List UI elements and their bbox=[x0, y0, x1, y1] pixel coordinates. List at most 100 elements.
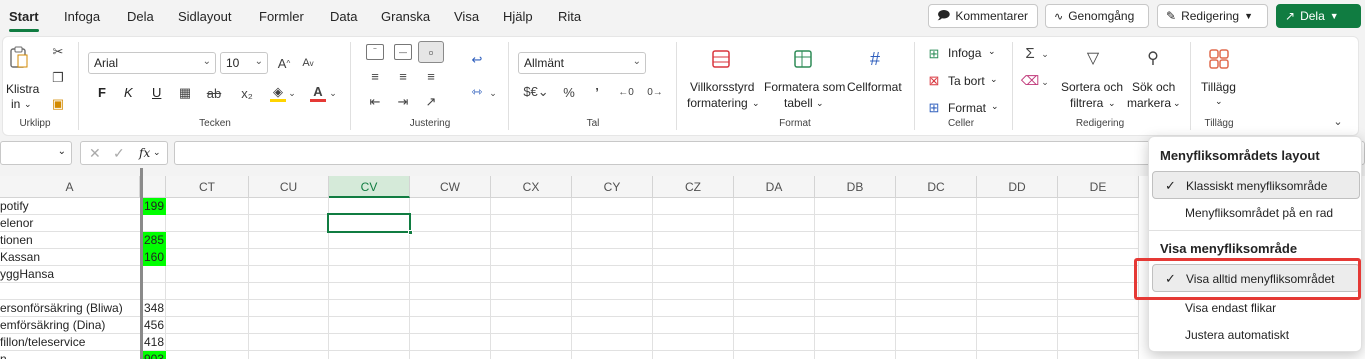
fill-color-icon[interactable]: ◈ bbox=[270, 84, 286, 102]
cell-value[interactable]: 199 bbox=[143, 198, 166, 215]
thousands-separator-icon[interactable]: ’ bbox=[590, 84, 604, 100]
cancel-icon[interactable]: ✕ bbox=[89, 145, 101, 162]
tab-infoga[interactable]: Infoga bbox=[64, 9, 100, 24]
clear-icon[interactable]: ⌫ bbox=[1021, 73, 1039, 89]
find-select-label-2[interactable]: markera bbox=[1127, 96, 1171, 110]
chevron-down-icon[interactable]: ⌄ bbox=[488, 86, 498, 100]
format-as-table-icon[interactable] bbox=[792, 48, 814, 70]
search-icon[interactable]: ⚲ bbox=[1142, 47, 1164, 69]
sort-filter-icon[interactable]: ▽ bbox=[1082, 47, 1104, 69]
menu-item-auto-hide[interactable]: Justera automatiskt bbox=[1152, 321, 1360, 349]
delete-cells-label[interactable]: Ta bort bbox=[948, 74, 985, 88]
cell-a[interactable]: ersonförsäkring (Bliwa) bbox=[0, 300, 140, 317]
fx-icon[interactable]: fx bbox=[139, 146, 150, 160]
tab-dela[interactable]: Dela bbox=[127, 9, 154, 24]
chevron-down-icon[interactable]: ⌄ bbox=[991, 101, 999, 112]
align-left-icon[interactable]: ≡ bbox=[366, 69, 384, 84]
tab-data[interactable]: Data bbox=[330, 9, 357, 24]
tab-granska[interactable]: Granska bbox=[381, 9, 430, 24]
column-header-cw[interactable]: CW bbox=[410, 176, 491, 198]
chevron-down-icon[interactable]: ⌄ bbox=[1040, 75, 1050, 89]
check-icon[interactable]: ✓ bbox=[113, 145, 125, 162]
chevron-down-icon[interactable]: ⌄ bbox=[816, 98, 824, 109]
chevron-down-icon[interactable]: ⌄ bbox=[1215, 96, 1223, 107]
cell-a[interactable]: potify bbox=[0, 198, 140, 215]
cell-value[interactable]: 456 bbox=[143, 317, 166, 334]
wrap-text-icon[interactable]: ↩ bbox=[468, 52, 486, 68]
cell-a[interactable]: fillon/teleservice bbox=[0, 334, 140, 351]
column-header-de[interactable]: DE bbox=[1058, 176, 1139, 198]
bold-button[interactable]: F bbox=[98, 85, 106, 100]
merge-cells-icon[interactable]: ⇿ bbox=[468, 84, 486, 100]
format-as-table-label-2[interactable]: tabell bbox=[784, 96, 813, 110]
editing-mode-button[interactable]: ✎ Redigering ▼ bbox=[1157, 4, 1268, 28]
format-cells-icon[interactable]: ⊞ bbox=[926, 100, 942, 116]
cell-a[interactable]: Kassan bbox=[0, 249, 140, 266]
insert-cells-icon[interactable]: ⊞ bbox=[926, 46, 942, 62]
borders-icon[interactable]: ▦ bbox=[176, 85, 194, 101]
find-select-label[interactable]: Sök och bbox=[1132, 80, 1175, 94]
tab-hjalp[interactable]: Hjälp bbox=[503, 9, 533, 24]
cell-a[interactable]: yggHansa bbox=[0, 266, 140, 283]
cell-value[interactable] bbox=[143, 283, 166, 300]
sort-filter-label[interactable]: Sortera och bbox=[1061, 80, 1123, 94]
cell-a[interactable]: n bbox=[0, 351, 140, 359]
copy-icon[interactable]: ❐ bbox=[50, 70, 66, 86]
menu-item-single-line-ribbon[interactable]: Menyfliksområdet på en rad bbox=[1152, 199, 1360, 227]
cell-styles-icon[interactable]: # bbox=[864, 48, 886, 70]
align-middle-icon[interactable]: — bbox=[394, 44, 412, 60]
chevron-down-icon[interactable]: ⌄ bbox=[752, 98, 760, 109]
font-color-icon[interactable]: A bbox=[310, 84, 326, 102]
name-box[interactable]: ⌄ bbox=[0, 141, 72, 165]
column-header-da[interactable]: DA bbox=[734, 176, 815, 198]
strikethrough-icon[interactable]: ab bbox=[205, 85, 223, 101]
column-header-db[interactable]: DB bbox=[815, 176, 896, 198]
cell-value[interactable]: 160 bbox=[143, 249, 166, 266]
format-as-table-label[interactable]: Formatera som bbox=[764, 80, 845, 94]
italic-button[interactable]: K bbox=[124, 85, 133, 100]
percent-icon[interactable]: % bbox=[560, 84, 578, 100]
chevron-down-icon[interactable]: ⌄ bbox=[988, 46, 996, 57]
chevron-down-icon[interactable]: ⌄ bbox=[1040, 47, 1050, 61]
conditional-formatting-icon[interactable] bbox=[710, 48, 732, 70]
align-center-icon[interactable]: ≡ bbox=[394, 69, 412, 84]
format-painter-icon[interactable]: ▣ bbox=[50, 96, 66, 112]
conditional-formatting-label-2[interactable]: formatering bbox=[687, 96, 748, 110]
orientation-icon[interactable]: ↗ bbox=[422, 94, 440, 109]
fill-handle[interactable] bbox=[408, 230, 413, 235]
sort-filter-label-2[interactable]: filtrera bbox=[1070, 96, 1103, 110]
align-bottom-icon[interactable]: ▫ bbox=[418, 41, 444, 63]
chevron-down-icon[interactable]: ⌄ bbox=[287, 86, 297, 100]
comments-button[interactable]: 🗩 Kommentarer bbox=[928, 4, 1038, 28]
decrease-decimal-icon[interactable]: 0→ bbox=[644, 84, 666, 100]
column-header-cz[interactable]: CZ bbox=[653, 176, 734, 198]
increase-indent-icon[interactable]: ⇥ bbox=[394, 94, 412, 109]
font-name-select[interactable]: Arial ⌄ bbox=[88, 52, 216, 74]
active-cell-cursor[interactable] bbox=[327, 213, 413, 235]
column-header-cv[interactable]: CV bbox=[329, 176, 410, 198]
cell-value[interactable] bbox=[143, 215, 166, 232]
tab-visa[interactable]: Visa bbox=[454, 9, 479, 24]
scissors-icon[interactable]: ✂ bbox=[50, 44, 66, 60]
decrease-indent-icon[interactable]: ⇤ bbox=[366, 94, 384, 109]
cell-value[interactable]: 418 bbox=[143, 334, 166, 351]
cell-a[interactable]: elenor bbox=[0, 215, 140, 232]
addins-icon[interactable] bbox=[1207, 47, 1231, 71]
grow-font-icon[interactable]: A ^ bbox=[274, 54, 294, 72]
delete-cells-icon[interactable]: ⊠ bbox=[926, 73, 942, 89]
number-format-select[interactable]: Allmänt ⌄ bbox=[518, 52, 646, 74]
chevron-down-icon[interactable]: ⌄ bbox=[328, 86, 338, 100]
conditional-formatting-label[interactable]: Villkorsstyrd bbox=[690, 80, 754, 94]
column-header-ct[interactable]: CT bbox=[166, 176, 249, 198]
addins-label[interactable]: Tillägg bbox=[1201, 80, 1236, 94]
cell-a[interactable] bbox=[0, 283, 140, 300]
chevron-down-icon[interactable]: ⌄ bbox=[990, 74, 998, 85]
underline-button[interactable]: U bbox=[152, 85, 161, 100]
tab-sidlayout[interactable]: Sidlayout bbox=[178, 9, 231, 24]
share-button[interactable]: ↗ Dela ▼ bbox=[1276, 4, 1361, 28]
cell-value[interactable]: 348 bbox=[143, 300, 166, 317]
cell-styles-label[interactable]: Cellformat bbox=[847, 80, 902, 94]
paste-label-2[interactable]: in bbox=[11, 97, 20, 111]
column-header-dd[interactable]: DD bbox=[977, 176, 1058, 198]
cell-value[interactable] bbox=[143, 266, 166, 283]
